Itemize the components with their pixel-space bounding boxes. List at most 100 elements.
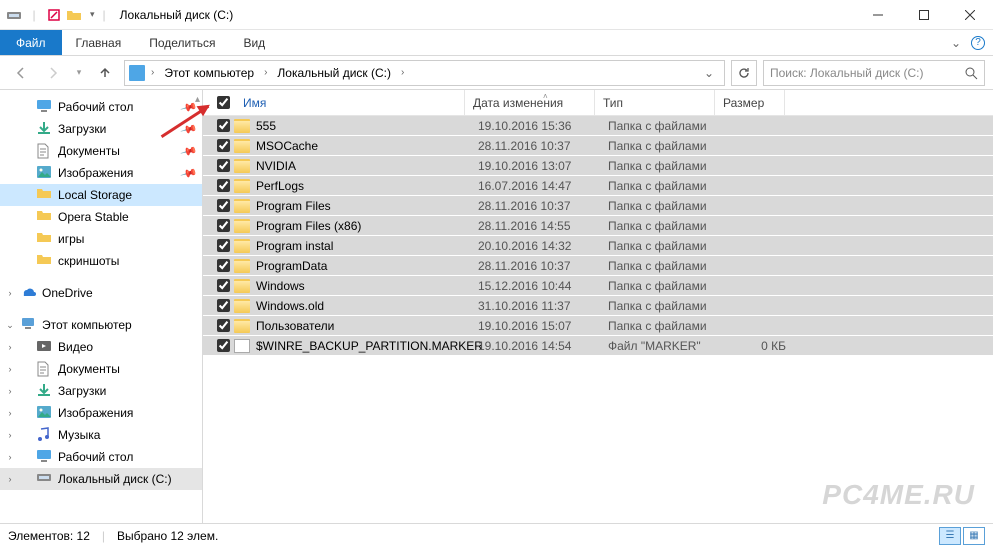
expand-icon[interactable]: › <box>4 386 16 396</box>
tab-view[interactable]: Вид <box>229 30 279 55</box>
collapse-icon[interactable]: ⌄ <box>4 320 16 331</box>
file-row[interactable]: Пользователи19.10.2016 15:07Папка с файл… <box>203 316 993 336</box>
column-date[interactable]: Дата изменения <box>465 90 595 115</box>
sidebar-item[interactable]: › Изображения <box>0 402 202 424</box>
file-row[interactable]: Program instal20.10.2016 14:32Папка с фа… <box>203 236 993 256</box>
chevron-right-icon[interactable]: › <box>147 67 158 78</box>
breadcrumb-drive[interactable]: Локальный диск (C:) <box>273 66 395 80</box>
row-checkbox[interactable] <box>217 259 230 272</box>
sidebar-item[interactable]: Изображения📌 <box>0 162 202 184</box>
pin-icon: 📌 <box>180 164 198 182</box>
sidebar-item-label: Загрузки <box>58 384 106 398</box>
row-checkbox[interactable] <box>217 279 230 292</box>
file-row[interactable]: ProgramData28.11.2016 10:37Папка с файла… <box>203 256 993 276</box>
expand-icon[interactable]: › <box>4 408 16 418</box>
row-checkbox[interactable] <box>217 199 230 212</box>
view-details-button[interactable]: ☰ <box>939 527 961 545</box>
file-row[interactable]: Windows.old31.10.2016 11:37Папка с файла… <box>203 296 993 316</box>
file-row[interactable]: 55519.10.2016 15:36Папка с файлами <box>203 116 993 136</box>
file-tab[interactable]: Файл <box>0 30 62 55</box>
search-input[interactable]: Поиск: Локальный диск (C:) <box>763 60 985 86</box>
search-placeholder: Поиск: Локальный диск (C:) <box>770 66 923 80</box>
file-date: 31.10.2016 11:37 <box>478 299 608 313</box>
ribbon-expand-icon[interactable]: ⌄ <box>951 36 961 50</box>
row-checkbox[interactable] <box>217 239 230 252</box>
file-row[interactable]: Windows15.12.2016 10:44Папка с файлами <box>203 276 993 296</box>
up-button[interactable] <box>92 60 118 86</box>
expand-icon[interactable]: › <box>4 474 16 484</box>
minimize-button[interactable] <box>855 0 901 30</box>
breadcrumb-thispc[interactable]: Этот компьютер <box>160 66 258 80</box>
sidebar-item[interactable]: Рабочий стол📌 <box>0 96 202 118</box>
file-row[interactable]: Program Files (x86)28.11.2016 14:55Папка… <box>203 216 993 236</box>
tab-home[interactable]: Главная <box>62 30 136 55</box>
folder-qat-icon[interactable] <box>66 7 82 23</box>
sidebar-item[interactable]: Local Storage <box>0 184 202 206</box>
sidebar-thispc[interactable]: ⌄ Этот компьютер <box>0 314 202 336</box>
sidebar-item-label: Музыка <box>58 428 100 442</box>
row-checkbox[interactable] <box>217 339 230 352</box>
content-area: ˄ Имя Дата изменения Тип Размер 55519.10… <box>203 90 993 523</box>
sidebar-item-label: Изображения <box>58 406 133 420</box>
statusbar: Элементов: 12 | Выбрано 12 элем. ☰ ▦ <box>0 523 993 547</box>
file-row[interactable]: $WINRE_BACKUP_PARTITION.MARKER19.10.2016… <box>203 336 993 356</box>
row-checkbox[interactable] <box>217 159 230 172</box>
file-type: Папка с файлами <box>608 299 728 313</box>
expand-icon[interactable]: › <box>4 364 16 374</box>
row-checkbox[interactable] <box>217 119 230 132</box>
sidebar-item[interactable]: игры <box>0 228 202 250</box>
sidebar-item[interactable]: Документы📌 <box>0 140 202 162</box>
expand-icon[interactable]: › <box>4 288 16 298</box>
sidebar-item[interactable]: скриншоты <box>0 250 202 272</box>
expand-icon[interactable]: › <box>4 342 16 352</box>
column-size[interactable]: Размер <box>715 90 785 115</box>
file-row[interactable]: NVIDIA19.10.2016 13:07Папка с файлами <box>203 156 993 176</box>
row-checkbox[interactable] <box>217 219 230 232</box>
row-checkbox[interactable] <box>217 319 230 332</box>
refresh-button[interactable] <box>731 60 757 86</box>
maximize-button[interactable] <box>901 0 947 30</box>
divider-icon: | <box>26 7 42 23</box>
sidebar-onedrive[interactable]: › OneDrive <box>0 282 202 304</box>
qat-dropdown-icon[interactable]: ▾ <box>86 9 99 20</box>
address-dropdown-icon[interactable]: ⌄ <box>698 66 720 80</box>
row-checkbox[interactable] <box>217 179 230 192</box>
properties-icon[interactable] <box>46 7 62 23</box>
downloads-icon <box>36 121 52 137</box>
select-all-checkbox[interactable] <box>217 96 230 109</box>
row-checkbox[interactable] <box>217 299 230 312</box>
tab-share[interactable]: Поделиться <box>135 30 229 55</box>
sidebar-item[interactable]: ›Локальный диск (C:) <box>0 468 202 490</box>
column-name[interactable]: Имя <box>235 90 465 115</box>
sidebar-item[interactable]: ›Видео <box>0 336 202 358</box>
search-icon[interactable] <box>964 66 978 80</box>
drive-icon <box>6 7 22 23</box>
sidebar-item[interactable]: › Документы <box>0 358 202 380</box>
recent-dropdown[interactable]: ▾ <box>72 60 86 86</box>
address-bar[interactable]: › Этот компьютер › Локальный диск (C:) ›… <box>124 60 725 86</box>
thispc-icon <box>20 317 36 333</box>
sidebar-item[interactable]: › Загрузки <box>0 380 202 402</box>
help-icon[interactable]: ? <box>971 36 985 50</box>
expand-icon[interactable]: › <box>4 452 16 462</box>
file-date: 15.12.2016 10:44 <box>478 279 608 293</box>
chevron-right-icon[interactable]: › <box>260 67 271 78</box>
forward-button[interactable] <box>40 60 66 86</box>
sidebar-item-label: Документы <box>58 362 120 376</box>
expand-icon[interactable]: › <box>4 430 16 440</box>
video-icon <box>36 339 52 355</box>
sidebar-item[interactable]: › Музыка <box>0 424 202 446</box>
file-row[interactable]: MSOCache28.11.2016 10:37Папка с файлами <box>203 136 993 156</box>
sidebar-item[interactable]: ›Рабочий стол <box>0 446 202 468</box>
sidebar-item[interactable]: Opera Stable <box>0 206 202 228</box>
watermark: PC4ME.RU <box>822 479 975 511</box>
column-type[interactable]: Тип <box>595 90 715 115</box>
row-checkbox[interactable] <box>217 139 230 152</box>
close-button[interactable] <box>947 0 993 30</box>
back-button[interactable] <box>8 60 34 86</box>
folder-icon <box>234 299 250 313</box>
chevron-right-icon[interactable]: › <box>397 67 408 78</box>
file-row[interactable]: Program Files28.11.2016 10:37Папка с фай… <box>203 196 993 216</box>
view-icons-button[interactable]: ▦ <box>963 527 985 545</box>
file-row[interactable]: PerfLogs16.07.2016 14:47Папка с файлами <box>203 176 993 196</box>
